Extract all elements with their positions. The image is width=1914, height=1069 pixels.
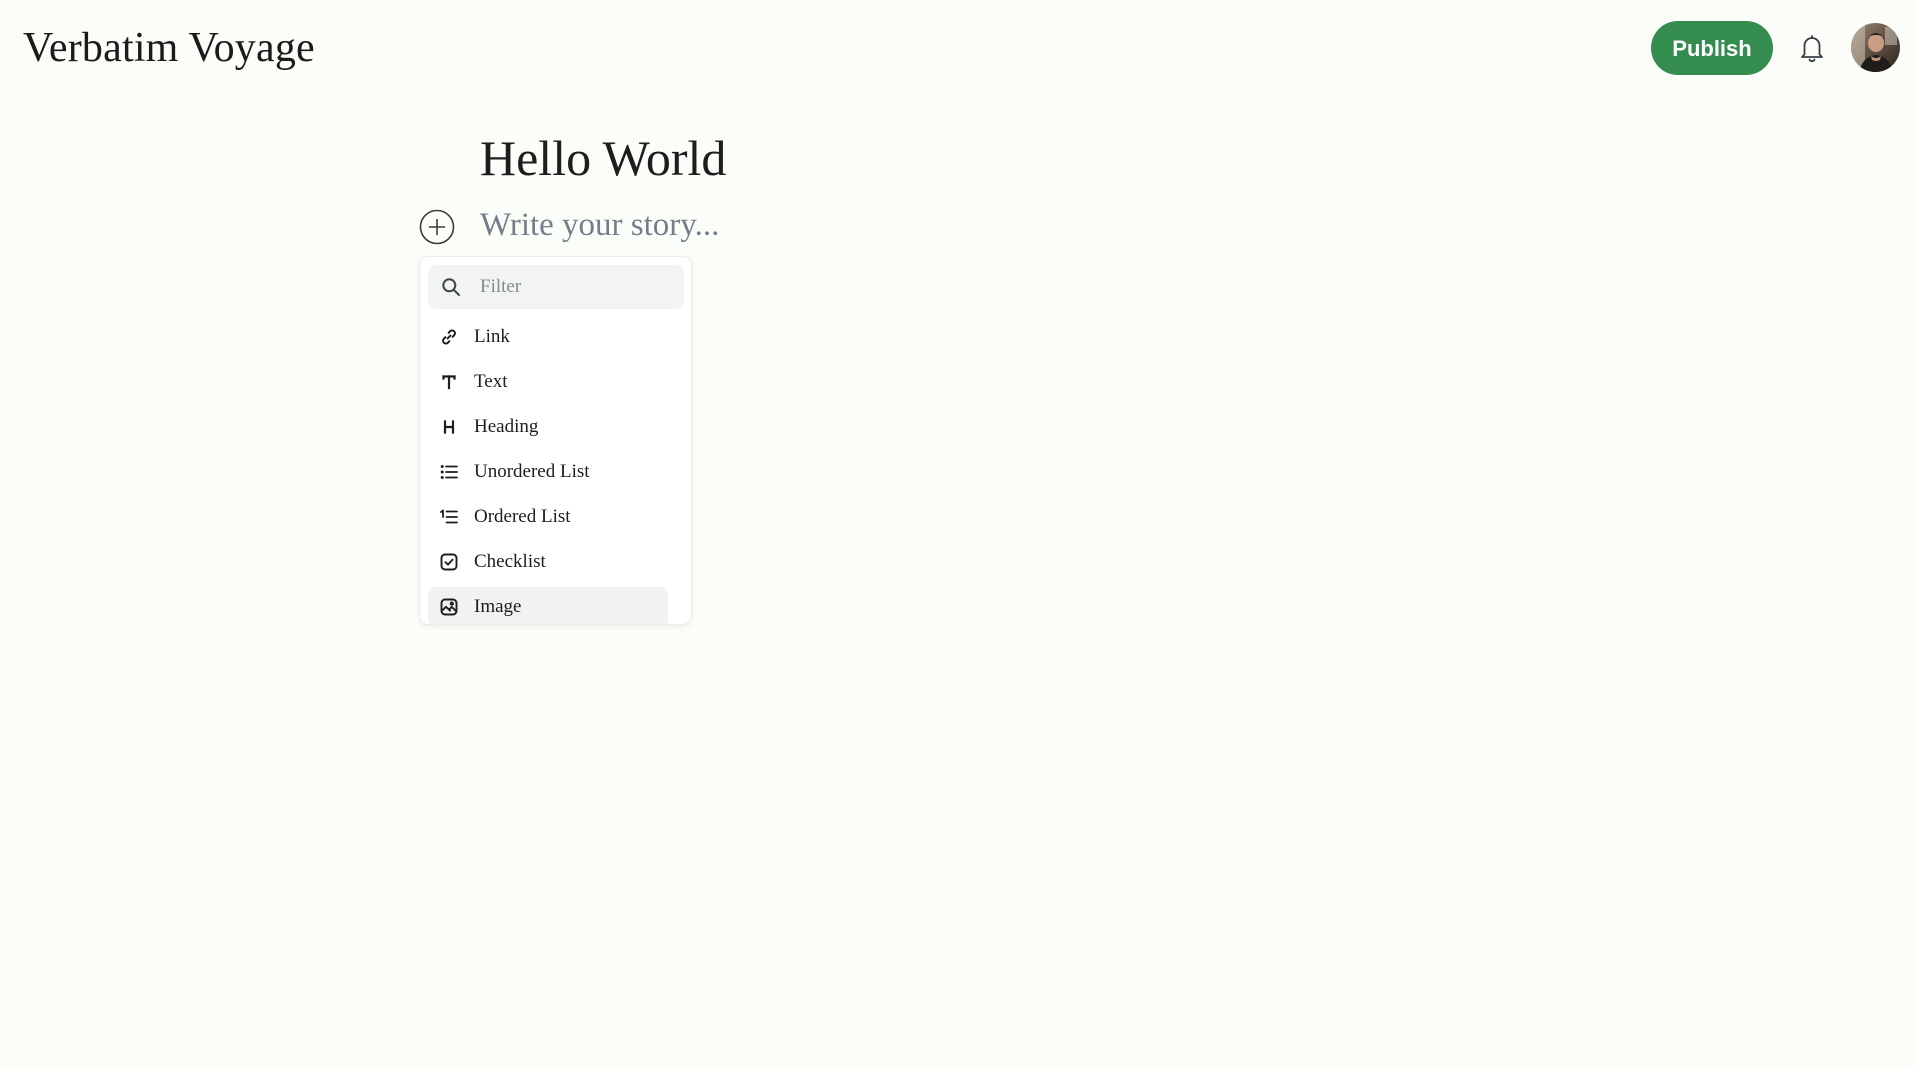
post-title[interactable]: Hello World xyxy=(480,126,726,190)
block-insert-menu: Link Text Heading xyxy=(419,256,692,625)
image-icon xyxy=(440,598,458,616)
user-avatar[interactable] xyxy=(1851,23,1900,72)
publish-button[interactable]: Publish xyxy=(1651,21,1773,75)
search-icon xyxy=(441,277,461,297)
text-icon xyxy=(440,373,458,391)
menu-item-label: Ordered List xyxy=(474,506,571,527)
heading-icon xyxy=(440,418,458,436)
plus-circle-icon[interactable] xyxy=(419,209,455,245)
menu-item-label: Image xyxy=(474,596,522,617)
menu-item-label: Checklist xyxy=(474,551,546,572)
bell-icon[interactable] xyxy=(1797,32,1827,64)
ordered-list-icon xyxy=(440,508,458,526)
menu-item-text[interactable]: Text xyxy=(428,362,668,402)
link-icon xyxy=(440,328,458,346)
story-input[interactable] xyxy=(480,200,1380,250)
checklist-icon xyxy=(440,553,458,571)
menu-item-ordered-list[interactable]: Ordered List xyxy=(428,497,668,537)
filter-field[interactable] xyxy=(428,265,684,309)
menu-item-checklist[interactable]: Checklist xyxy=(428,542,668,582)
menu-item-label: Text xyxy=(474,371,508,392)
menu-item-label: Link xyxy=(474,326,510,347)
menu-item-label: Unordered List xyxy=(474,461,590,482)
menu-item-label: Heading xyxy=(474,416,539,437)
menu-item-link[interactable]: Link xyxy=(428,317,668,357)
menu-item-heading[interactable]: Heading xyxy=(428,407,668,447)
filter-input[interactable] xyxy=(480,265,675,309)
menu-item-unordered-list[interactable]: Unordered List xyxy=(428,452,668,492)
site-logo[interactable]: Verbatim Voyage xyxy=(23,20,315,76)
menu-item-image[interactable]: Image xyxy=(428,587,668,624)
top-bar: Verbatim Voyage Publish xyxy=(0,0,1914,100)
unordered-list-icon xyxy=(440,463,458,481)
